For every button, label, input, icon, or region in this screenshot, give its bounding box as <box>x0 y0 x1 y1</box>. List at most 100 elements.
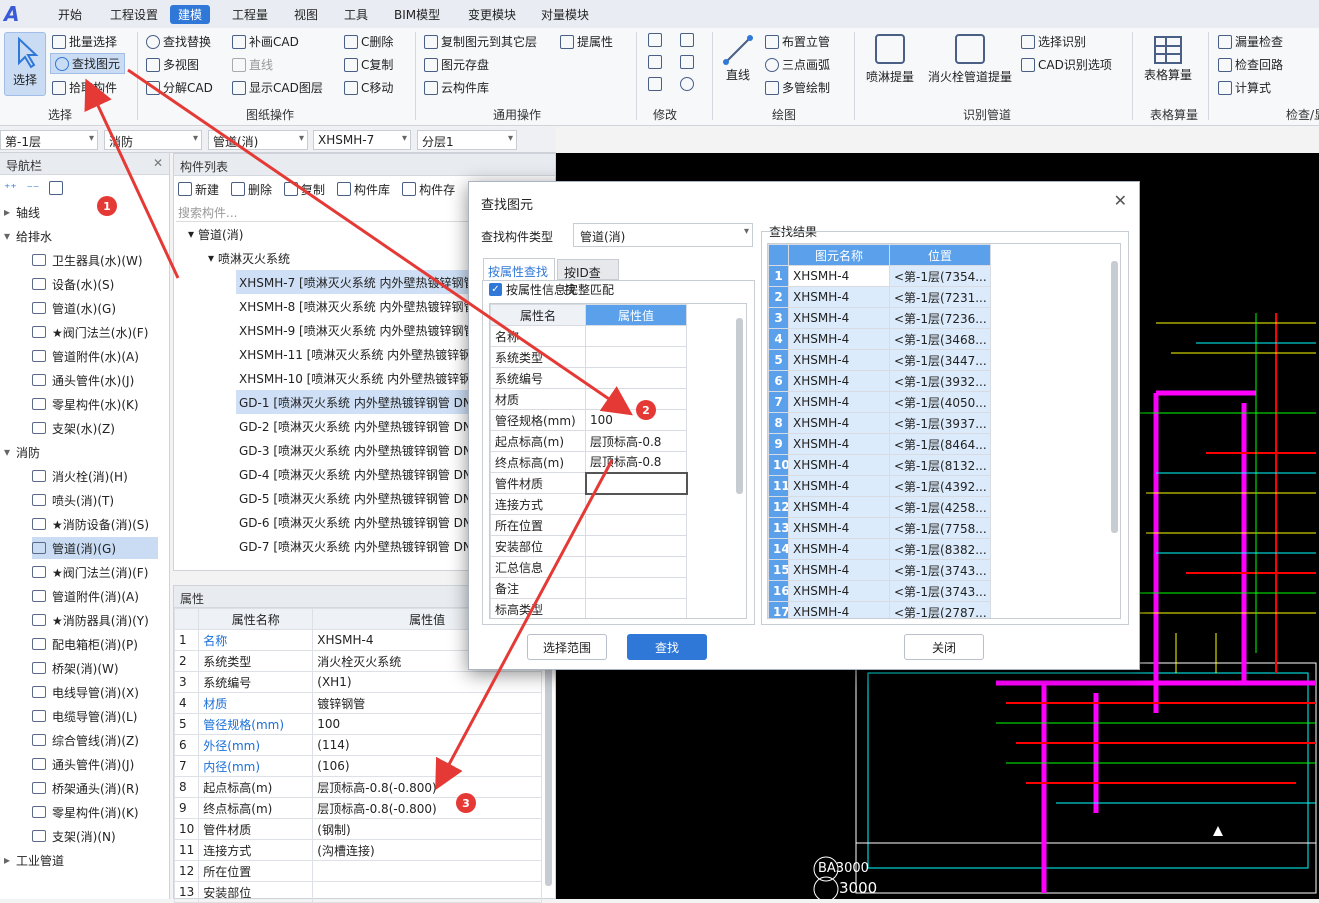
attr-value-input[interactable] <box>585 535 687 557</box>
table-row[interactable]: 系统编号 <box>490 367 687 389</box>
copy-tool-icon[interactable] <box>648 33 662 47</box>
prop-value[interactable]: (106) <box>312 755 542 777</box>
copy-button[interactable]: 复制 <box>284 181 325 198</box>
attr-value-input[interactable] <box>585 346 687 368</box>
table-row[interactable]: 13 XHSMH-4 <第-1层(7758... <box>768 517 991 539</box>
table-row[interactable]: 安装部位 <box>490 535 687 557</box>
extract-attr-button[interactable]: 提属性 <box>560 33 613 50</box>
check-loop-button[interactable]: 检查回路 <box>1218 56 1283 73</box>
table-row[interactable]: 汇总信息 <box>490 556 687 578</box>
nav-item[interactable]: 消火栓(消)(H) <box>32 465 158 487</box>
table-row[interactable]: 起点标高(m) 层顶标高-0.8 <box>490 430 687 452</box>
table-row[interactable]: 6 外径(mm) (114) <box>173 734 542 756</box>
mirror-tool-icon[interactable] <box>680 55 694 69</box>
select-big-button[interactable]: 选择 <box>4 32 46 96</box>
table-row[interactable]: 8 起点标高(m) 层顶标高-0.8(-0.800) <box>173 776 542 798</box>
menu-6[interactable]: BIM模型 <box>394 6 440 23</box>
c-copy-button[interactable]: C复制 <box>344 56 393 73</box>
formula-button[interactable]: 计算式 <box>1218 79 1271 96</box>
nav-item[interactable]: 管道(水)(G) <box>32 297 158 319</box>
nav-item[interactable]: 桥架通头(消)(R) <box>32 777 158 799</box>
nav-item[interactable]: 支架(水)(Z) <box>32 417 158 439</box>
table-row[interactable]: 3 系统编号 (XH1) <box>173 671 542 693</box>
prop-value[interactable]: (XH1) <box>312 671 542 693</box>
new-button[interactable]: 新建 <box>178 181 219 198</box>
nav-item[interactable]: ★阀门法兰(水)(F) <box>32 321 158 343</box>
table-row[interactable]: 8 XHSMH-4 <第-1层(3937... <box>768 412 991 434</box>
menu-0[interactable]: 开始 <box>58 6 82 23</box>
table-row[interactable]: 14 XHSMH-4 <第-1层(8382... <box>768 538 991 560</box>
element-save-button[interactable]: 图元存盘 <box>424 56 489 73</box>
table-row[interactable]: 15 XHSMH-4 <第-1层(3743... <box>768 559 991 581</box>
nav-item[interactable]: 综合管线(消)(Z) <box>32 729 158 751</box>
close-icon[interactable]: ✕ <box>153 156 163 170</box>
discipline-select[interactable]: 消防 <box>104 130 202 150</box>
nav-item[interactable]: 电线导管(消)(X) <box>32 681 158 703</box>
nav-item[interactable]: ▾ 消防 <box>4 441 164 463</box>
table-row[interactable]: 5 管径规格(mm) 100 <box>173 713 542 735</box>
prop-value[interactable]: 层顶标高-0.8(-0.800) <box>312 797 542 819</box>
attr-value-input[interactable]: 层顶标高-0.8 <box>585 451 687 473</box>
floor-select[interactable]: 第-1层 <box>0 130 98 150</box>
menu-7[interactable]: 变更模块 <box>468 6 516 23</box>
nav-item[interactable]: 管道附件(消)(A) <box>32 585 158 607</box>
nav-item[interactable]: 零星构件(消)(K) <box>32 801 158 823</box>
nav-item[interactable]: 卫生器具(水)(W) <box>32 249 158 271</box>
nav-item[interactable]: ▾ 给排水 <box>4 225 164 247</box>
c-delete-button[interactable]: C删除 <box>344 33 393 50</box>
table-row[interactable]: 材质 <box>490 388 687 410</box>
component-select[interactable]: XHSMH-7 <box>313 130 411 150</box>
expand-icon[interactable]: ▸ <box>4 853 10 867</box>
full-match-checkbox[interactable]: ✓ 按属性信息完整匹配 <box>489 281 614 298</box>
redraw-cad-button[interactable]: 补画CAD <box>232 33 299 50</box>
tab-by-id[interactable]: 按ID查找 <box>557 259 619 297</box>
nav-item[interactable]: ★阀门法兰(消)(F) <box>32 561 158 583</box>
table-row[interactable]: 所在位置 <box>490 514 687 536</box>
attr-value-input[interactable] <box>585 556 687 578</box>
results-scrollbar[interactable] <box>1111 261 1118 533</box>
table-row[interactable]: 10 管件材质 (钢制) <box>173 818 542 840</box>
prop-value[interactable] <box>312 881 542 903</box>
prop-value[interactable]: (钢制) <box>312 818 542 840</box>
table-row[interactable]: 12 所在位置 <box>173 860 542 882</box>
table-row[interactable]: 连接方式 <box>490 493 687 515</box>
copy-to-layer-button[interactable]: 复制图元到其它层 <box>424 33 537 50</box>
attr-value-input[interactable] <box>585 577 687 599</box>
component-save-button[interactable]: 构件存 <box>402 181 455 198</box>
menu-5[interactable]: 工具 <box>344 6 368 23</box>
table-calc-button[interactable]: 表格算量 <box>1144 34 1192 83</box>
table-row[interactable]: 7 XHSMH-4 <第-1层(4050... <box>768 391 991 413</box>
find-button[interactable]: 查找 <box>627 634 707 660</box>
leak-check-button[interactable]: 漏量检查 <box>1218 33 1283 50</box>
prop-value[interactable]: 100 <box>312 713 542 735</box>
attr-value-input[interactable] <box>585 367 687 389</box>
nav-item[interactable]: 喷头(消)(T) <box>32 489 158 511</box>
table-row[interactable]: 4 XHSMH-4 <第-1层(3468... <box>768 328 991 350</box>
hydrant-pipe-extract-button[interactable]: 消火栓管道提量 <box>928 34 1012 85</box>
menu-3[interactable]: 工程量 <box>232 6 268 23</box>
menu-4[interactable]: 视图 <box>294 6 318 23</box>
attr-scrollbar[interactable] <box>736 318 743 494</box>
place-riser-button[interactable]: 布置立管 <box>765 33 830 50</box>
table-row[interactable]: 管径规格(mm) 100 <box>490 409 687 431</box>
three-point-arc-button[interactable]: 三点画弧 <box>765 56 830 73</box>
tab-by-attribute[interactable]: 按属性查找 <box>483 258 555 280</box>
menu-1[interactable]: 工程设置 <box>110 6 158 23</box>
table-row[interactable]: 10 XHSMH-4 <第-1层(8132... <box>768 454 991 476</box>
nav-item[interactable]: 设备(水)(S) <box>32 273 158 295</box>
menu-2[interactable]: 建模 <box>170 5 211 24</box>
batch-select-button[interactable]: 批量选择 <box>52 33 117 50</box>
table-row[interactable]: 16 XHSMH-4 <第-1层(3743... <box>768 580 991 602</box>
expand-icon[interactable]: ▾ <box>4 445 10 459</box>
nav-item[interactable]: 桥架(消)(W) <box>32 657 158 679</box>
find-element-button[interactable]: 查找图元 <box>50 53 126 74</box>
cloud-library-button[interactable]: 云构件库 <box>424 79 489 96</box>
table-row[interactable]: 5 XHSMH-4 <第-1层(3447... <box>768 349 991 371</box>
explode-cad-button[interactable]: 分解CAD <box>146 79 213 96</box>
attr-value-input[interactable] <box>584 471 688 495</box>
prop-value[interactable]: (沟槽连接) <box>312 839 542 861</box>
sprinkler-extract-button[interactable]: 喷淋提量 <box>866 34 914 85</box>
nav-item[interactable]: 零星构件(水)(K) <box>32 393 158 415</box>
delete-tool-icon[interactable] <box>648 77 662 91</box>
pick-component-button[interactable]: 拾取构件 <box>52 79 117 96</box>
